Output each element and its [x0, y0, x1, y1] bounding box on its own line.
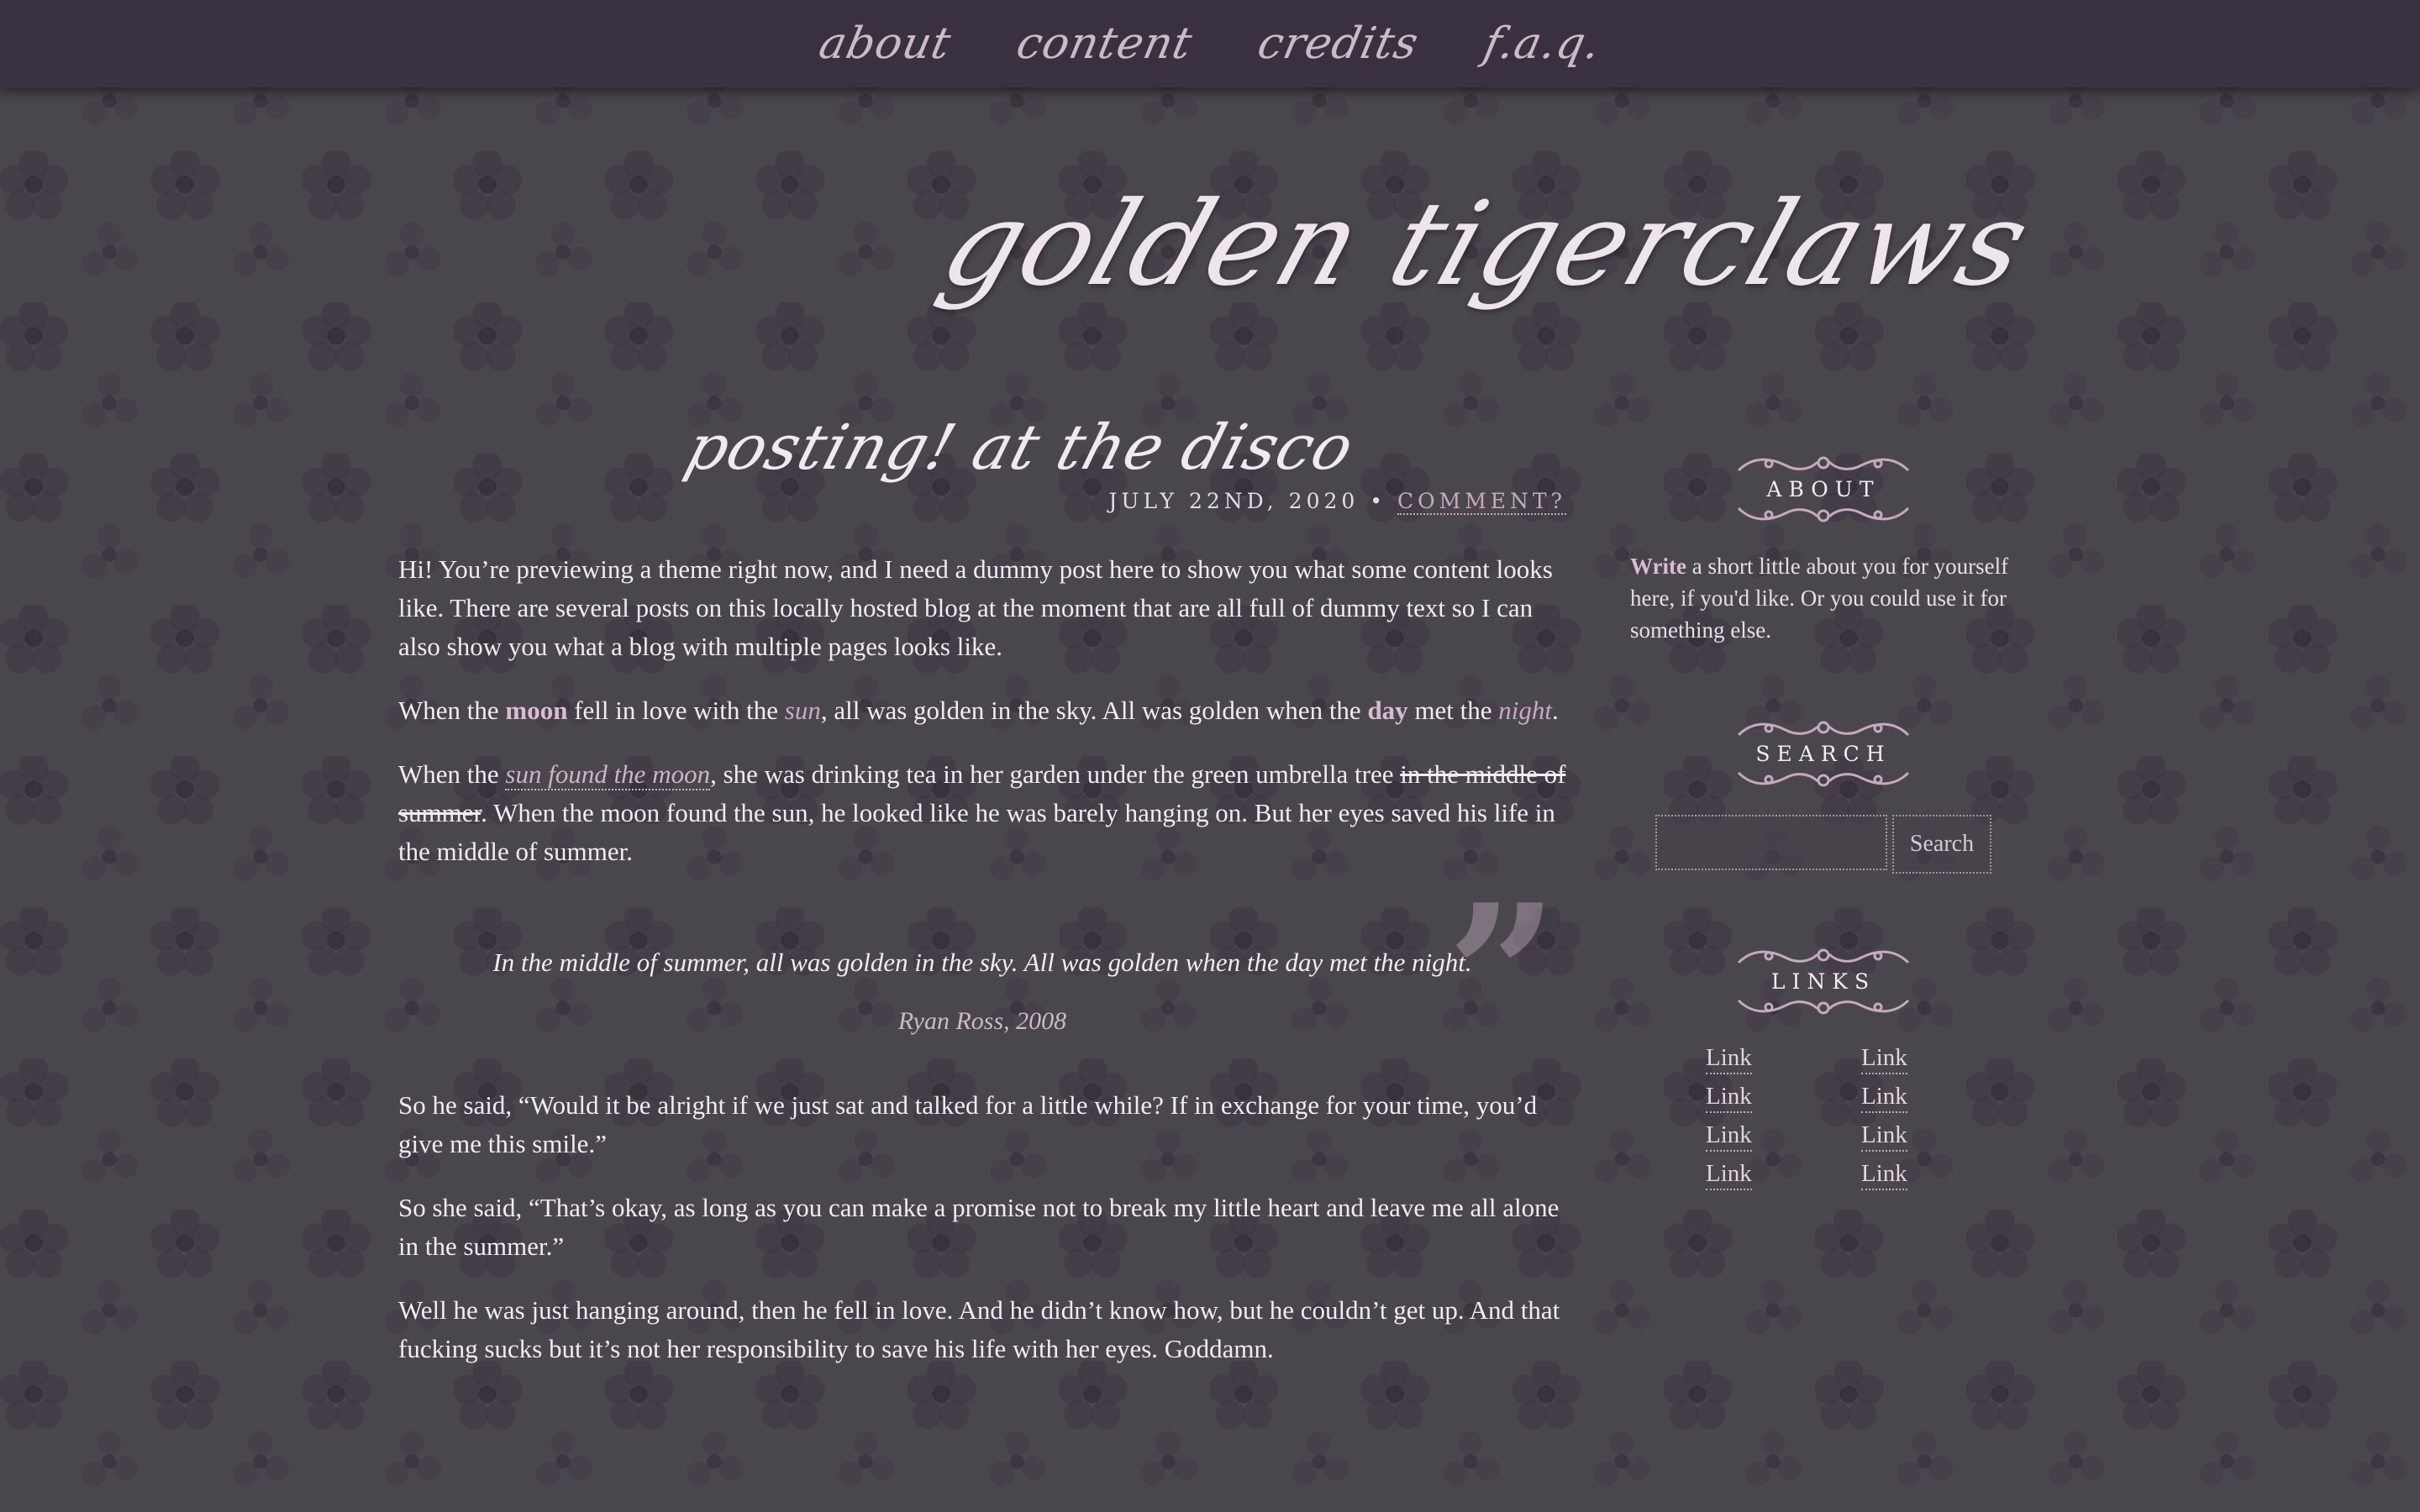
about-text: Write a short little about you for yours…: [1630, 550, 2017, 646]
text: .: [1552, 696, 1559, 725]
search-form: Search: [1630, 815, 2017, 874]
sidebar: ABOUT Write a short little about you for…: [1630, 454, 2017, 1263]
widget-header: ABOUT: [1630, 454, 2017, 525]
post-paragraph-5: So she said, “That’s okay, as long as yo…: [398, 1193, 1560, 1261]
widget-header: SEARCH: [1630, 718, 2017, 790]
nav-link-about[interactable]: about: [814, 18, 955, 69]
links-title: LINKS: [1770, 969, 1876, 994]
post-paragraph-4: So he said, “Would it be alright if we j…: [398, 1090, 1538, 1158]
nav-link-content[interactable]: content: [1012, 18, 1197, 69]
widget-header: LINKS: [1630, 946, 2017, 1017]
nav-link-credits[interactable]: credits: [1253, 18, 1423, 69]
search-input[interactable]: [1655, 815, 1887, 870]
sidebar-link[interactable]: Link: [1706, 1120, 1752, 1152]
text: When the: [398, 759, 506, 789]
post-meta: JULY 22ND, 2020 • COMMENT?: [398, 489, 1566, 515]
search-widget: SEARCH Search: [1630, 718, 2017, 874]
post-paragraph-1: Hi! You’re previewing a theme right now,…: [398, 554, 1553, 661]
divider-top-icon: [1737, 456, 1910, 472]
post-paragraph-3: When the sun found the moon, she was dri…: [398, 755, 1566, 871]
top-nav: about content credits f.a.q.: [0, 0, 2420, 87]
divider-bottom-icon: [1737, 507, 1910, 522]
quote-text: In the middle of summer, all was golden …: [492, 948, 1472, 977]
sidebar-link[interactable]: Link: [1861, 1081, 1907, 1113]
search-title: SEARCH: [1755, 742, 1891, 766]
links-list: Link Link Link Link Link Link Link Link: [1630, 1042, 2017, 1190]
post-paragraph-2: When the moon fell in love with the sun,…: [398, 691, 1566, 730]
about-widget: ABOUT Write a short little about you for…: [1630, 454, 2017, 646]
sidebar-link[interactable]: Link: [1861, 1042, 1907, 1074]
post-date: JULY 22ND, 2020: [1108, 489, 1360, 513]
italic-sun: sun: [784, 696, 821, 725]
blog-post: posting! at the disco JULY 22ND, 2020 • …: [398, 412, 1566, 1394]
blog-title[interactable]: golden tigerclaws: [927, 176, 2047, 312]
sidebar-link[interactable]: Link: [1861, 1120, 1907, 1152]
divider-top-icon: [1737, 721, 1910, 737]
about-body: a short little about you for yourself he…: [1630, 554, 2009, 643]
blockquote: ” In the middle of summer, all was golde…: [398, 879, 1566, 1073]
italic-night: night: [1498, 696, 1553, 725]
text: met the: [1407, 696, 1499, 725]
divider-bottom-icon: [1737, 999, 1910, 1015]
text: fell in love with the: [567, 696, 785, 725]
sidebar-link[interactable]: Link: [1861, 1158, 1907, 1190]
meta-separator: •: [1370, 489, 1387, 513]
bold-moon: moon: [505, 696, 568, 725]
bold-day: day: [1367, 696, 1408, 725]
sidebar-link[interactable]: Link: [1706, 1042, 1752, 1074]
text: . When the moon found the sun, he looked…: [398, 798, 1555, 866]
about-bold: Write: [1630, 554, 1686, 579]
about-title: ABOUT: [1766, 477, 1881, 501]
nav-link-faq[interactable]: f.a.q.: [1480, 18, 1606, 69]
quote-citation: Ryan Ross, 2008: [897, 1007, 1067, 1035]
sidebar-link[interactable]: Link: [1706, 1081, 1752, 1113]
inline-link-sun-found-the-moon[interactable]: sun found the moon: [505, 759, 711, 790]
sidebar-link[interactable]: Link: [1706, 1158, 1752, 1190]
divider-bottom-icon: [1737, 771, 1910, 787]
text: , she was drinking tea in her garden und…: [710, 759, 1401, 789]
post-title[interactable]: posting! at the disco: [388, 412, 1577, 484]
text: When the: [398, 696, 506, 725]
links-widget: LINKS Link Link Link Link Link Link Link…: [1630, 946, 2017, 1190]
divider-top-icon: [1737, 948, 1910, 964]
post-paragraph-6: Well he was just hanging around, then he…: [398, 1295, 1560, 1363]
comment-link[interactable]: COMMENT?: [1397, 489, 1566, 515]
search-button[interactable]: Search: [1892, 815, 1991, 874]
text: , all was golden in the sky. All was gol…: [820, 696, 1368, 725]
